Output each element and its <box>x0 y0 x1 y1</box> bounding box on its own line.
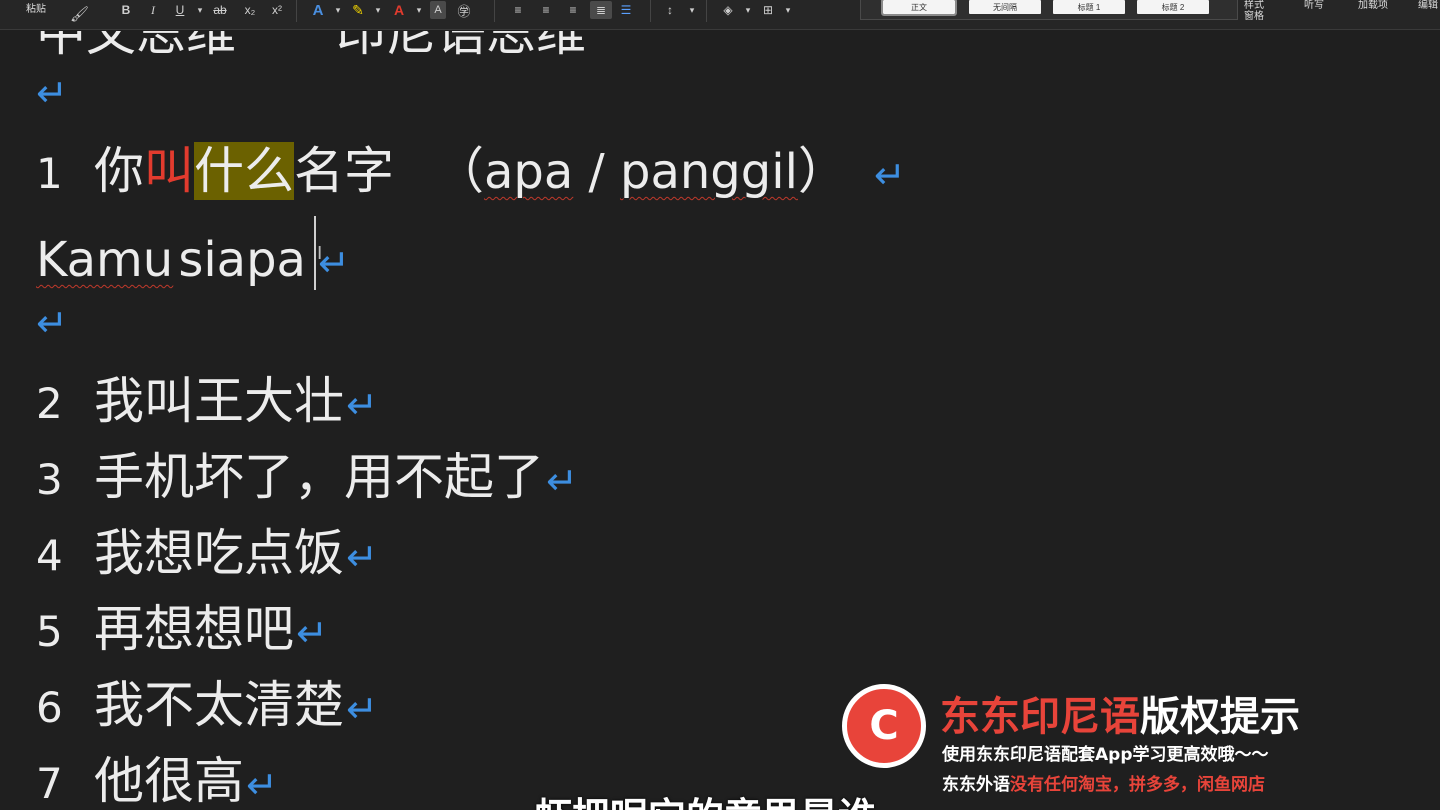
watermark-line-1: 使用东东印尼语配套App学习更高效哦～～ <box>942 745 1269 765</box>
underline-button[interactable]: U <box>172 1 188 19</box>
paragraph-mark: ↵ <box>317 241 350 285</box>
misspelled-word: panggil <box>619 144 798 200</box>
item-number: 7 <box>36 759 63 808</box>
list-item[interactable]: 1 你叫什么名字 （apa / panggil） ↵ <box>36 141 906 205</box>
subscript-button[interactable]: x₂ <box>242 1 258 19</box>
paragraph-mark: ↵ <box>246 763 278 807</box>
misspelled-word: Kamu <box>36 232 174 288</box>
ibeam-cursor-icon: I <box>317 243 323 264</box>
watermark-line-2-red: 没有任何淘宝，拼多多，闲鱼网店 <box>1010 775 1265 795</box>
justify-icon[interactable]: ≣ <box>590 1 612 19</box>
item-number: 1 <box>36 149 63 198</box>
item-text: 我想吃点饭 <box>94 524 344 582</box>
align-center-icon[interactable]: ≡ <box>538 1 554 19</box>
align-right-icon[interactable]: ≡ <box>565 1 581 19</box>
text-cursor <box>313 216 316 290</box>
bold-button[interactable]: B <box>118 1 134 19</box>
paste-button[interactable]: 粘贴 <box>26 0 46 15</box>
enclose-character-icon[interactable]: ㊫ <box>456 1 472 19</box>
italic-button[interactable]: I <box>145 1 161 19</box>
item-text: 他很高 <box>94 752 244 810</box>
paragraph-mark: ↵ <box>346 535 378 579</box>
style-heading-1[interactable]: 标题 1 <box>1053 0 1125 14</box>
chevron-down-icon[interactable]: ▾ <box>684 1 700 19</box>
answer-line[interactable]: Kamu siapa ↵ <box>36 216 350 290</box>
paragraph-mark: ↵ <box>546 459 578 503</box>
highlight-color-icon[interactable]: ✎ <box>350 1 366 19</box>
font-color-icon[interactable]: A <box>391 1 407 19</box>
style-heading-2[interactable]: 标题 2 <box>1137 0 1209 14</box>
shading-icon[interactable]: ◈ <box>720 1 736 19</box>
watermark-copyright: 版权提示 <box>1140 694 1300 740</box>
item-text: 我不太清楚 <box>94 676 344 734</box>
item-text: 再想想吧 <box>94 600 294 658</box>
chevron-down-icon[interactable]: ▾ <box>330 1 346 19</box>
logo-letter: C <box>869 703 899 749</box>
character-shading-icon[interactable]: A <box>430 1 446 19</box>
paren: ） <box>797 142 848 200</box>
paragraph-mark: ↵ <box>296 611 328 655</box>
list-item[interactable]: 6 我不太清楚↵ <box>36 675 378 739</box>
item-text: 手机坏了，用不起了 <box>94 448 544 506</box>
chevron-down-icon[interactable]: ▾ <box>740 1 756 19</box>
item-number: 5 <box>36 607 63 656</box>
divider <box>296 0 297 22</box>
empty-paragraph: ↵ <box>36 71 68 115</box>
watermark-line-2-white: 东东外语 <box>942 775 1010 795</box>
chevron-down-icon[interactable]: ▾ <box>370 1 386 19</box>
list-item[interactable]: 3 手机坏了，用不起了↵ <box>36 447 578 511</box>
misspelled-word: apa <box>484 144 574 200</box>
paragraph-mark: ↵ <box>873 153 906 197</box>
item-text: 你 <box>94 142 144 200</box>
copyright-logo-icon: C <box>842 684 926 768</box>
text-effects-icon[interactable]: A <box>310 1 326 19</box>
format-painter-icon[interactable]: 🖌 <box>70 5 89 23</box>
item-number: 3 <box>36 455 63 504</box>
item-text: 我叫王大壮 <box>94 372 344 430</box>
paragraph-mark: ↵ <box>346 383 378 427</box>
red-text: 叫 <box>144 142 194 200</box>
dictate-button[interactable]: 听写 <box>1304 0 1324 11</box>
empty-paragraph: ↵ <box>36 301 68 345</box>
editor-button[interactable]: 编辑 <box>1418 0 1438 11</box>
chevron-down-icon[interactable]: ▾ <box>780 1 796 19</box>
list-item[interactable]: 5 再想想吧↵ <box>36 599 328 663</box>
divider <box>706 0 707 22</box>
borders-icon[interactable]: ⊞ <box>760 1 776 19</box>
watermark-brand: 东东印尼语 <box>940 694 1140 740</box>
styles-gallery: 正文 无间隔 标题 1 标题 2 <box>860 0 1238 20</box>
paragraph-mark: ↵ <box>346 687 378 731</box>
item-text: 名字 <box>294 142 394 200</box>
superscript-button[interactable]: x² <box>269 1 285 19</box>
line-spacing-icon[interactable]: ↕ <box>662 1 678 19</box>
clipped-heading: 中文思维 印尼语思维 <box>36 31 586 62</box>
ribbon-toolbar: 粘贴 🖌 B I U ▾ ab x₂ x² A ▾ ✎ ▾ A ▾ A ㊫ ≡ … <box>0 0 1440 30</box>
distributed-icon[interactable]: ☰ <box>618 1 634 19</box>
watermark-title: 东东印尼语版权提示 <box>940 684 1300 742</box>
paragraph-mark: ↵ <box>36 71 68 115</box>
align-left-icon[interactable]: ≡ <box>510 1 526 19</box>
slash: / <box>573 144 620 200</box>
item-number: 2 <box>36 379 63 428</box>
answer-word: siapa <box>178 232 306 288</box>
highlighted-text: 什么 <box>194 142 294 200</box>
chevron-down-icon[interactable]: ▾ <box>411 1 427 19</box>
styles-pane-button[interactable]: 样式 窗格 <box>1244 0 1264 22</box>
item-number: 6 <box>36 683 63 732</box>
style-no-spacing[interactable]: 无间隔 <box>969 0 1041 14</box>
paragraph-mark: ↵ <box>36 301 68 345</box>
list-item[interactable]: 7 他很高↵ <box>36 751 278 810</box>
paren: （ <box>434 142 484 200</box>
list-item[interactable]: 2 我叫王大壮↵ <box>36 371 378 435</box>
list-item[interactable]: 4 我想吃点饭↵ <box>36 523 378 587</box>
addins-button[interactable]: 加载项 <box>1358 0 1388 11</box>
video-subtitle: 虾把呢它的意思是谁 <box>534 786 876 810</box>
divider <box>494 0 495 22</box>
item-number: 4 <box>36 531 63 580</box>
style-normal[interactable]: 正文 <box>881 0 957 16</box>
divider <box>650 0 651 22</box>
chevron-down-icon[interactable]: ▾ <box>192 1 208 19</box>
strikethrough-button[interactable]: ab <box>212 1 228 19</box>
watermark-line-2: 东东外语没有任何淘宝，拼多多，闲鱼网店 <box>942 770 1265 795</box>
